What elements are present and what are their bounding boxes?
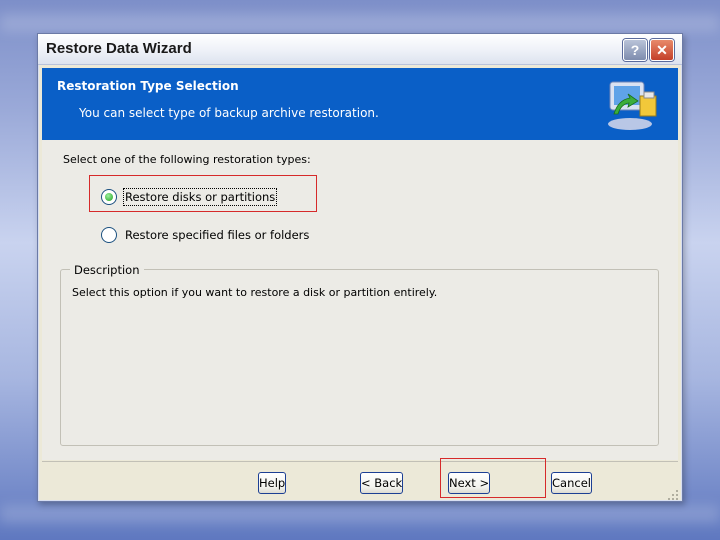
back-button[interactable]: < Back	[360, 472, 404, 494]
highlight-box-next	[440, 458, 546, 498]
radio-unselected-icon[interactable]	[101, 227, 117, 243]
radio-label-restore-files[interactable]: Restore specified files or folders	[125, 228, 309, 242]
restoration-type-prompt: Select one of the following restoration …	[63, 153, 311, 166]
cancel-button[interactable]: Cancel	[551, 472, 592, 494]
header-subtitle: You can select type of backup archive re…	[79, 106, 379, 120]
background-stripe	[0, 14, 720, 32]
window-title: Restore Data Wizard	[46, 40, 192, 57]
help-button[interactable]: Help	[258, 472, 287, 494]
close-title-button[interactable]: ✕	[650, 39, 674, 61]
title-bar[interactable]: Restore Data Wizard ? ✕	[38, 34, 682, 65]
help-title-button[interactable]: ?	[623, 39, 647, 61]
highlight-box-restore-disks	[89, 175, 317, 212]
description-legend: Description	[70, 263, 144, 277]
wizard-header: Restoration Type Selection You can selec…	[42, 68, 678, 140]
resize-grip-icon[interactable]	[667, 486, 679, 500]
header-title: Restoration Type Selection	[57, 79, 239, 93]
footer-divider	[42, 461, 678, 462]
computer-restore-icon	[608, 81, 657, 130]
description-text: Select this option if you want to restor…	[72, 286, 438, 299]
background-stripe	[0, 505, 720, 523]
